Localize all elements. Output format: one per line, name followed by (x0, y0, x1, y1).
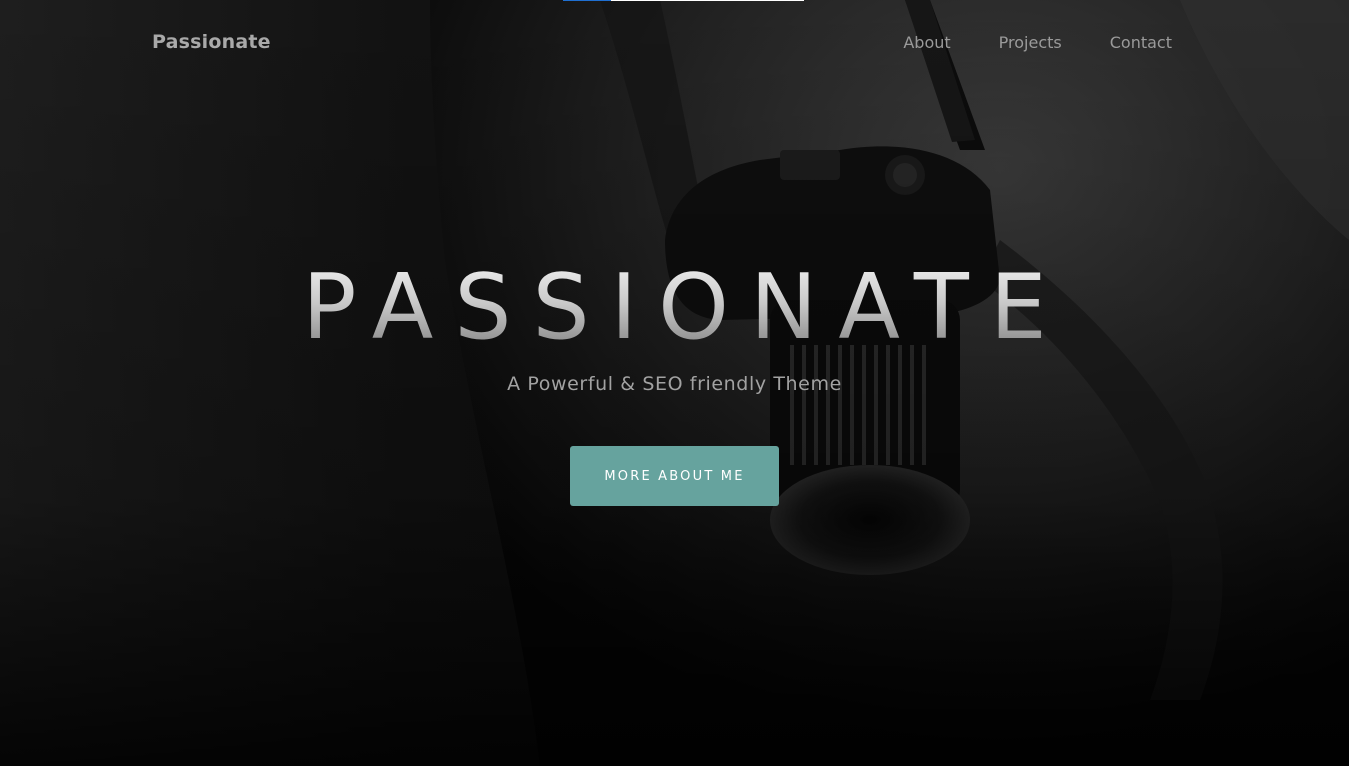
page-load-progress-fill (563, 0, 612, 1)
page-load-progress-bar (563, 0, 804, 1)
nav-link-projects[interactable]: Projects (999, 33, 1062, 52)
hero-section: Passionate About Projects Contact PASSIO… (0, 0, 1349, 766)
hero-title: PASSIONATE (0, 258, 1349, 358)
site-logo[interactable]: Passionate (152, 31, 271, 53)
more-about-me-button[interactable]: MORE ABOUT ME (570, 446, 779, 506)
hero-subtitle: A Powerful & SEO friendly Theme (507, 373, 842, 395)
main-navigation: About Projects Contact (903, 33, 1172, 52)
nav-link-about[interactable]: About (903, 33, 950, 52)
nav-link-contact[interactable]: Contact (1110, 33, 1172, 52)
